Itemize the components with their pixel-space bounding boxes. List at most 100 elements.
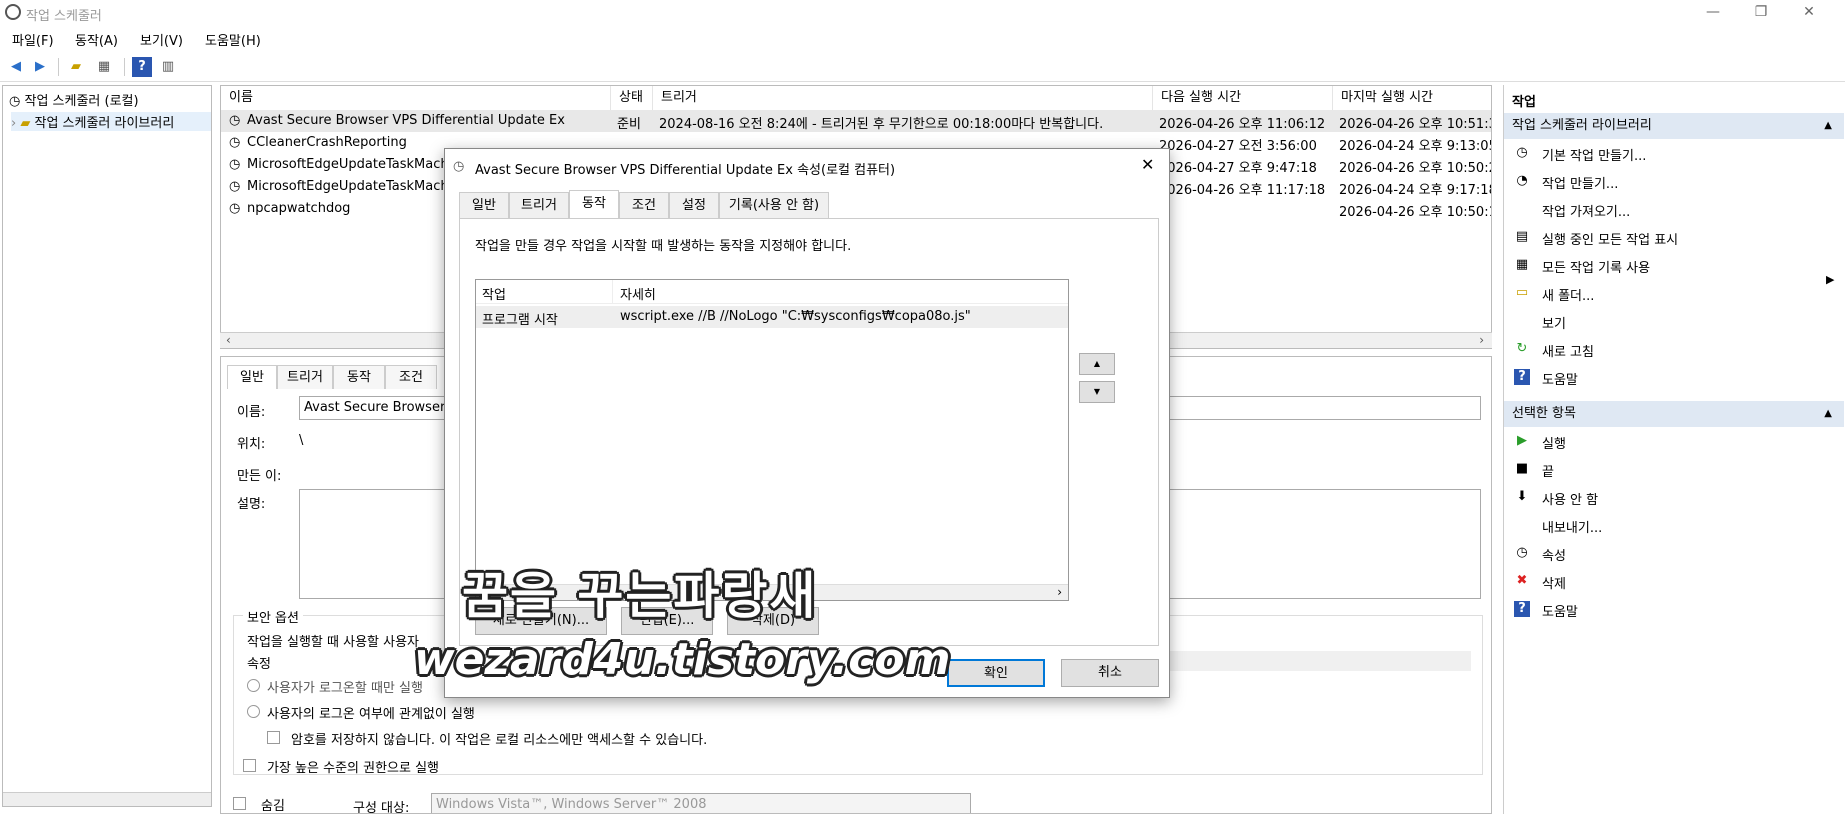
radio-logon-only[interactable] (247, 679, 260, 692)
properties-dialog: ◷ Avast Secure Browser VPS Differential … (444, 148, 1170, 698)
collapse-icon[interactable]: ▲ (1824, 401, 1832, 427)
actions-header: 작업 (1512, 95, 1536, 110)
column-status[interactable]: 상태 (611, 86, 653, 110)
selected-action-item[interactable]: ? 도움말 (1504, 597, 1844, 623)
scroll-right-icon[interactable]: › (1479, 333, 1484, 347)
toolbar: ◀ ▶ ▰ ▦ ? ▥ (0, 52, 1845, 82)
column-name[interactable]: 이름 (221, 86, 611, 110)
section-selected-item[interactable]: 선택한 항목 ▲ (1504, 401, 1844, 427)
selected-action-item-label: 삭제 (1542, 577, 1566, 592)
library-action-item-label: 도움말 (1542, 373, 1578, 388)
tree-library[interactable]: › ▰ 작업 스케줄러 라이브러리 (11, 112, 211, 131)
show-hide-tree-icon[interactable]: ▦ (94, 57, 114, 77)
ok-button[interactable]: 확인 (947, 659, 1045, 687)
cancel-button[interactable]: 취소 (1061, 659, 1159, 687)
library-action-item[interactable]: ↻ 새로 고침 (1504, 337, 1844, 363)
library-action-item-label: 실행 중인 모든 작업 표시 (1542, 233, 1679, 248)
selected-action-item-label: 속성 (1542, 549, 1566, 564)
dialog-close-icon[interactable]: ✕ (1141, 155, 1154, 174)
minimize-button[interactable]: — (1690, 0, 1736, 26)
section-library[interactable]: 작업 스케줄러 라이브러리 ▲ (1504, 113, 1844, 139)
running-tasks-icon: ▤ (1515, 229, 1529, 244)
dialog-tab-history[interactable]: 기록(사용 안 함) (719, 192, 829, 218)
menu-view[interactable]: 보기(V) (140, 30, 183, 49)
library-action-item[interactable]: ▦ 모든 작업 기록 사용 (1504, 253, 1844, 279)
move-up-button[interactable]: ▲ (1079, 353, 1115, 375)
config-select[interactable]: Windows Vista™, Windows Server™ 2008 (431, 793, 971, 813)
edit-action-button[interactable]: 편집(E)... (621, 607, 713, 635)
selected-action-item[interactable]: ◷ 속성 (1504, 541, 1844, 567)
chevron-right-icon[interactable]: › (11, 116, 16, 131)
menu-file[interactable]: 파일(F) (12, 30, 54, 49)
library-action-item-label: 보기 (1542, 317, 1566, 332)
actions-pane: 작업 작업 스케줄러 라이브러리 ▲ ◷ 기본 작업 만들기... ◔ 작업 만들기.… (1503, 85, 1844, 814)
selected-action-item-label: 실행 (1542, 437, 1566, 452)
description-label: 설명: (237, 497, 266, 512)
selected-action-item-label: 끝 (1542, 465, 1554, 480)
library-action-item-label: 기본 작업 만들기... (1542, 149, 1647, 164)
column-next-run[interactable]: 다음 실행 시간 (1153, 86, 1333, 110)
clock-icon (5, 4, 21, 20)
back-icon[interactable]: ◀ (6, 57, 26, 77)
library-action-item-label: 작업 만들기... (1542, 177, 1619, 192)
help-icon[interactable]: ? (132, 57, 152, 77)
scroll-right-icon[interactable]: › (1057, 585, 1062, 599)
grid-scrollbar[interactable]: › (476, 584, 1068, 600)
tree-root[interactable]: ◷ 작업 스케줄러 (로컬) (9, 90, 139, 109)
dialog-tab-conditions[interactable]: 조건 (619, 192, 669, 218)
folder-icon: ▰ (20, 116, 31, 131)
dialog-tab-actions[interactable]: 동작 (569, 190, 619, 219)
end-icon: ■ (1515, 461, 1529, 476)
library-action-item[interactable]: 보기 (1504, 309, 1844, 335)
selected-action-item[interactable]: ■ 끝 (1504, 457, 1844, 483)
delete-action-button[interactable]: 삭제(D) (727, 607, 819, 635)
task-row[interactable]: ◷ Avast Secure Browser VPS Differential … (221, 110, 1491, 132)
tree-scrollbar[interactable] (3, 792, 211, 806)
dialog-tab-settings[interactable]: 설정 (669, 192, 719, 218)
title-bar: 작업 스케줄러 — ❐ ✕ (0, 0, 1845, 26)
library-action-item[interactable]: 작업 가져오기... (1504, 197, 1844, 223)
new-action-button[interactable]: 새로 만들기(N)... (475, 607, 607, 635)
library-action-item-label: 새 폴더... (1542, 289, 1595, 304)
submenu-arrow-icon[interactable]: ▶ (1826, 273, 1834, 286)
folder-up-icon[interactable]: ▰ (66, 57, 86, 77)
create-task-icon: ◔ (1516, 173, 1528, 188)
restore-button[interactable]: ❐ (1738, 0, 1784, 26)
tab-triggers[interactable]: 트리거 (277, 365, 333, 389)
tab-general[interactable]: 일반 (227, 365, 277, 389)
checkbox-highest-privileges[interactable] (243, 759, 256, 772)
selected-action-item[interactable]: ⬇ 사용 안 함 (1504, 485, 1844, 511)
library-action-item[interactable]: ▭ 새 폴더... (1504, 281, 1844, 307)
library-action-item[interactable]: ◔ 작업 만들기... (1504, 169, 1844, 195)
action-pane-icon[interactable]: ▥ (158, 57, 178, 77)
tab-conditions[interactable]: 조건 (385, 365, 437, 389)
properties-icon: ◷ (1516, 545, 1528, 560)
dialog-tab-general[interactable]: 일반 (459, 192, 509, 218)
selected-action-item[interactable]: ▶ 실행 (1504, 429, 1844, 455)
checkbox-hidden[interactable] (233, 797, 246, 810)
instruction-text: 작업을 만들 경우 작업을 시작할 때 발생하는 동작을 지정해야 합니다. (475, 239, 852, 254)
no-save-password-label: 암호를 저장하지 않습니다. 이 작업은 로컬 리소스에만 액세스할 수 있습니… (291, 733, 708, 748)
menu-help[interactable]: 도움말(H) (205, 30, 261, 49)
dialog-tab-triggers[interactable]: 트리거 (509, 192, 569, 218)
menu-action[interactable]: 동작(A) (75, 30, 118, 49)
library-action-item[interactable]: ◷ 기본 작업 만들기... (1504, 141, 1844, 167)
library-action-item[interactable]: ▤ 실행 중인 모든 작업 표시 (1504, 225, 1844, 251)
selected-action-item[interactable]: ✖ 삭제 (1504, 569, 1844, 595)
help-icon: ? (1514, 369, 1530, 385)
close-button[interactable]: ✕ (1786, 0, 1832, 26)
selected-action-item[interactable]: 내보내기... (1504, 513, 1844, 539)
grid-col-detail[interactable]: 자세히 (620, 284, 656, 303)
checkbox-no-save-password[interactable] (267, 731, 280, 744)
forward-icon[interactable]: ▶ (30, 57, 50, 77)
scroll-left-icon[interactable]: ‹ (226, 333, 231, 347)
collapse-icon[interactable]: ▲ (1824, 113, 1832, 139)
column-last-run[interactable]: 마지막 실행 시간 (1333, 86, 1491, 110)
tab-actions[interactable]: 동작 (333, 365, 385, 389)
author-label: 만든 이: (237, 469, 282, 484)
radio-regardless[interactable] (247, 705, 260, 718)
move-down-button[interactable]: ▼ (1079, 381, 1115, 403)
column-trigger[interactable]: 트리거 (653, 86, 1153, 110)
grid-col-action[interactable]: 작업 (482, 284, 506, 303)
library-action-item[interactable]: ? 도움말 (1504, 365, 1844, 391)
